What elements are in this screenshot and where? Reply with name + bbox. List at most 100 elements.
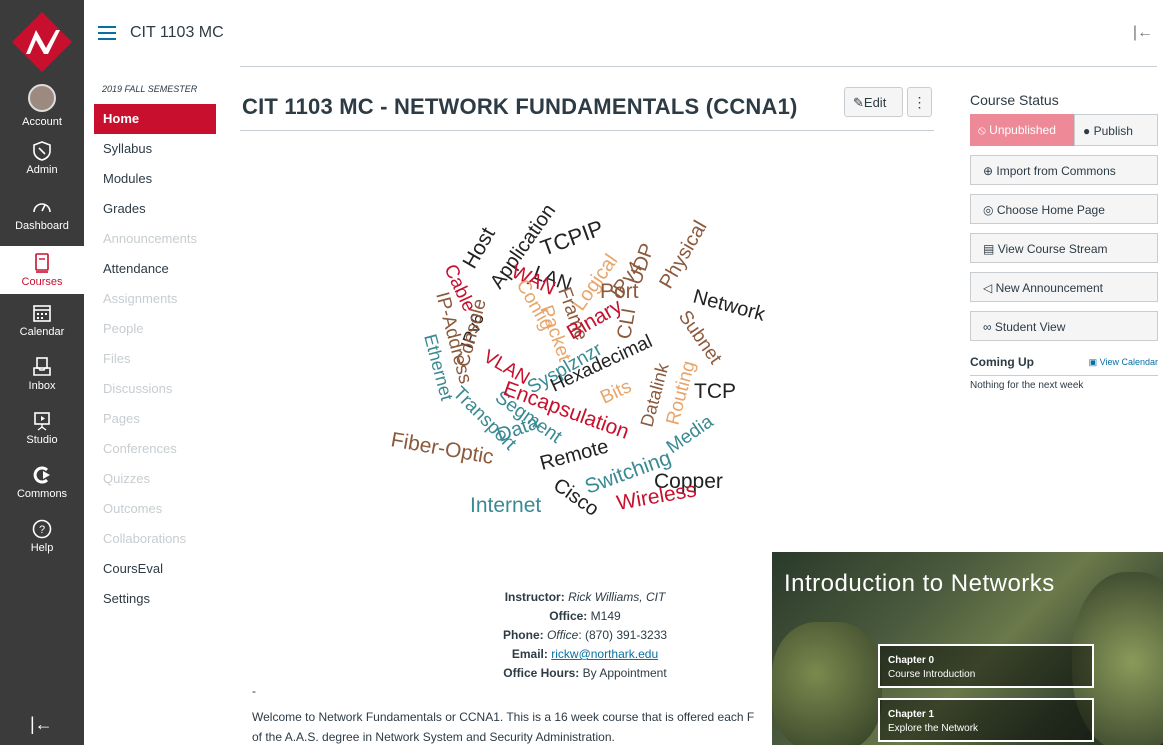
no-entry-icon: ⦸ [978, 123, 986, 137]
phone-type: Office [546, 628, 579, 642]
course-nav-pages[interactable]: Pages [94, 404, 216, 434]
nav-help[interactable]: ? Help [0, 518, 84, 554]
foliage-decoration [772, 622, 882, 745]
import-from-commons-button[interactable]: ⊕ Import from Commons [970, 155, 1158, 185]
semester-label: 2019 FALL SEMESTER [102, 84, 198, 94]
course-nav-attendance[interactable]: Attendance [94, 254, 216, 284]
student-view-button[interactable]: ∞ Student View [970, 311, 1158, 341]
course-status-heading: Course Status [970, 92, 1059, 108]
header-divider [240, 66, 1157, 67]
course-nav-assignments[interactable]: Assignments [94, 284, 216, 314]
instructor-contact: Instructor: Rick Williams, CIT Office: M… [502, 590, 668, 680]
video-thumbnail[interactable]: Introduction to Networks Chapter 0 Cours… [772, 552, 1163, 745]
calendar-icon: ▣ [1088, 356, 1098, 367]
cloud-word: Internet [470, 494, 541, 517]
course-nav-syllabus[interactable]: Syllabus [94, 134, 216, 164]
course-nav-courseval[interactable]: CoursEval [94, 554, 216, 584]
coming-up-divider [970, 375, 1158, 376]
course-nav-collaborations[interactable]: Collaborations [94, 524, 216, 554]
phone-value: (870) 391-3233 [584, 628, 668, 642]
view-course-stream-button[interactable]: ▤ View Course Stream [970, 233, 1158, 263]
nav-inbox[interactable]: Inbox [0, 356, 84, 392]
new-announcement-button[interactable]: ◁ New Announcement [970, 272, 1158, 302]
coming-up-empty: Nothing for the next week [970, 380, 1084, 391]
glasses-icon: ∞ [983, 320, 992, 334]
course-nav-outcomes[interactable]: Outcomes [94, 494, 216, 524]
cloud-word: Host [458, 223, 500, 272]
welcome-line: Welcome to Network Fundamentals or CCNA1… [252, 710, 755, 724]
institution-logo[interactable] [10, 10, 74, 74]
instructor-label: Instructor: [504, 590, 565, 604]
global-nav: Account Admin Dashboard Courses Calendar [0, 0, 84, 745]
shield-icon [33, 141, 51, 161]
course-nav-quizzes[interactable]: Quizzes [94, 464, 216, 494]
course-nav-grades[interactable]: Grades [94, 194, 216, 224]
help-icon: ? [32, 519, 52, 539]
course-nav-people[interactable]: People [94, 314, 216, 344]
page-title: CIT 1103 MC - NETWORK FUNDAMENTALS (CCNA… [242, 94, 798, 119]
welcome-line: of the A.A.S. degree in Network System a… [252, 730, 615, 744]
cloud-word: Physical [655, 217, 711, 293]
title-divider [240, 130, 934, 131]
hours-value: By Appointment [582, 666, 667, 680]
commons-icon: ⊕ [983, 164, 994, 178]
svg-text:?: ? [39, 524, 45, 536]
course-status-toggle: ⦸ Unpublished ● Publish [970, 114, 1158, 146]
right-sidebar: Course Status ⦸ Unpublished ● Publish ⊕ … [970, 92, 1158, 391]
hamburger-menu-icon[interactable] [98, 26, 116, 40]
choose-home-page-button[interactable]: ◎ Choose Home Page [970, 194, 1158, 224]
cloud-word: Bits [597, 376, 635, 408]
calendar-icon [33, 305, 51, 322]
collapse-sidebar-button[interactable]: |← [1133, 24, 1153, 42]
course-nav-home[interactable]: Home [94, 104, 216, 134]
pencil-icon: ✎ [853, 95, 864, 110]
coming-up-heading: Coming Up [970, 355, 1034, 369]
book-icon [35, 253, 49, 273]
office-label: Office: [549, 609, 588, 623]
course-nav-discussions[interactable]: Discussions [94, 374, 216, 404]
word-cloud-image: Host Application TCPIP LAN IPv4 UDP WAN … [389, 200, 769, 521]
cloud-word: Fiber-Optic [389, 428, 495, 469]
megaphone-icon: ◁ [983, 281, 993, 295]
dashboard-icon [33, 203, 51, 213]
more-options-button[interactable]: ⋮ [907, 87, 932, 117]
office-value: M149 [590, 609, 621, 623]
nav-calendar[interactable]: Calendar [0, 302, 84, 338]
nav-studio[interactable]: Studio [0, 410, 84, 446]
instructor-name: Rick Williams, CIT [568, 590, 666, 604]
studio-icon [34, 412, 50, 431]
collapse-nav-button[interactable]: |← [30, 714, 53, 735]
nav-admin[interactable]: Admin [0, 140, 84, 176]
view-calendar-link[interactable]: ▣ View Calendar [1089, 357, 1158, 368]
coming-up-header: Coming Up ▣ View Calendar [970, 355, 1158, 369]
nav-commons[interactable]: Commons [0, 464, 84, 500]
nav-courses[interactable]: Courses [0, 246, 84, 294]
edit-label: Edit [863, 95, 887, 110]
welcome-text: Welcome to Network Fundamentals or CCNA1… [252, 707, 792, 747]
phone-label: Phone: [502, 628, 544, 642]
video-title: Introduction to Networks [784, 570, 1055, 597]
stream-icon: ▤ [983, 242, 995, 256]
separator-dash: - [252, 684, 256, 698]
email-label: Email: [511, 647, 548, 661]
chapter-0-button[interactable]: Chapter 0 Course Introduction [878, 644, 1094, 688]
nav-dashboard[interactable]: Dashboard [0, 196, 84, 232]
course-nav-files[interactable]: Files [94, 344, 216, 374]
unpublished-button[interactable]: ⦸ Unpublished [970, 114, 1074, 146]
target-icon: ◎ [983, 203, 994, 217]
course-nav-modules[interactable]: Modules [94, 164, 216, 194]
course-nav-conferences[interactable]: Conferences [94, 434, 216, 464]
course-nav-announcements[interactable]: Announcements [94, 224, 216, 254]
nav-account[interactable]: Account [0, 84, 84, 128]
edit-button[interactable]: ✎Edit [844, 87, 903, 117]
top-bar: CIT 1103 MC |← [84, 0, 1163, 66]
email-link[interactable]: rickw@northark.edu [551, 647, 658, 661]
course-nav: 2019 FALL SEMESTER Home Syllabus Modules… [94, 84, 216, 614]
course-nav-settings[interactable]: Settings [94, 584, 216, 614]
hours-label: Office Hours: [503, 666, 580, 680]
chapter-1-button[interactable]: Chapter 1 Explore the Network [878, 698, 1094, 742]
breadcrumb[interactable]: CIT 1103 MC [130, 24, 224, 42]
publish-button[interactable]: ● Publish [1074, 114, 1158, 146]
cloud-word: Network [691, 286, 769, 326]
avatar [28, 84, 56, 112]
